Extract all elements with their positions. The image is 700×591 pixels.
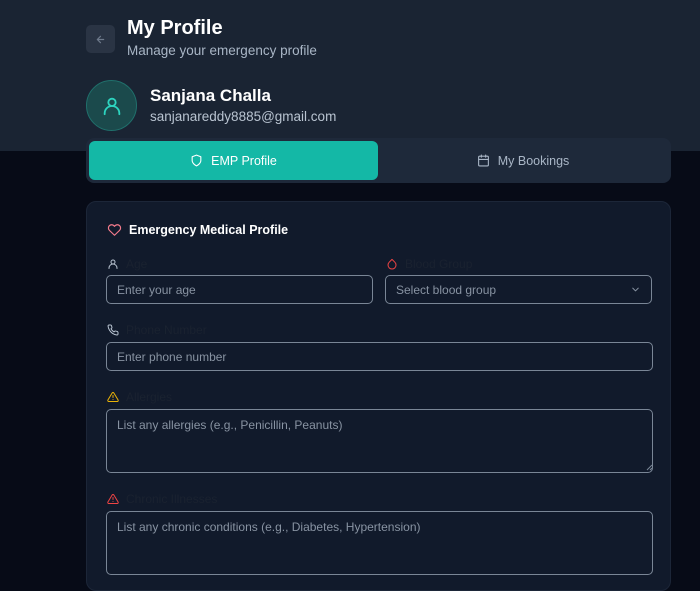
medical-profile-card: Emergency Medical Profile Age Blood Grou… [86,201,671,591]
profile-header: My Profile Manage your emergency profile… [0,0,700,151]
age-label: Age [107,257,147,271]
calendar-icon [477,154,490,167]
page-title: My Profile [127,17,223,39]
arrow-left-icon [95,34,106,45]
allergies-label: Allergies [107,390,172,404]
blood-group-label: Blood Group [386,257,472,271]
allergies-textarea[interactable] [106,409,653,473]
phone-label: Phone Number [107,323,207,337]
heart-icon [107,223,122,237]
tab-my-bookings[interactable]: My Bookings [378,141,668,180]
user-icon [101,95,123,117]
blood-group-select[interactable]: Select blood group [385,275,652,304]
chronic-label: Chronic Illnesses [107,492,217,506]
tab-label: My Bookings [497,153,570,168]
user-email: sanjanareddy8885@gmail.com [150,109,337,124]
tab-emp-profile[interactable]: EMP Profile [89,141,378,180]
chronic-textarea[interactable] [106,511,653,575]
back-button[interactable] [86,25,115,53]
blood-group-value: Select blood group [396,282,497,297]
age-input[interactable] [106,275,373,304]
profile-tabs: EMP Profile My Bookings [86,138,671,183]
alert-triangle-icon [107,493,119,505]
avatar [86,80,137,131]
phone-icon [107,324,119,336]
card-title: Emergency Medical Profile [107,222,288,238]
user-icon [107,258,119,270]
droplet-icon [386,258,398,270]
user-name: Sanjana Challa [150,86,271,105]
shield-icon [190,154,203,167]
page-subtitle: Manage your emergency profile [127,43,317,58]
phone-input[interactable] [106,342,653,371]
tab-label: EMP Profile [211,153,277,168]
chevron-down-icon [630,284,641,295]
warning-icon [107,391,119,403]
card-title-text: Emergency Medical Profile [129,223,289,237]
